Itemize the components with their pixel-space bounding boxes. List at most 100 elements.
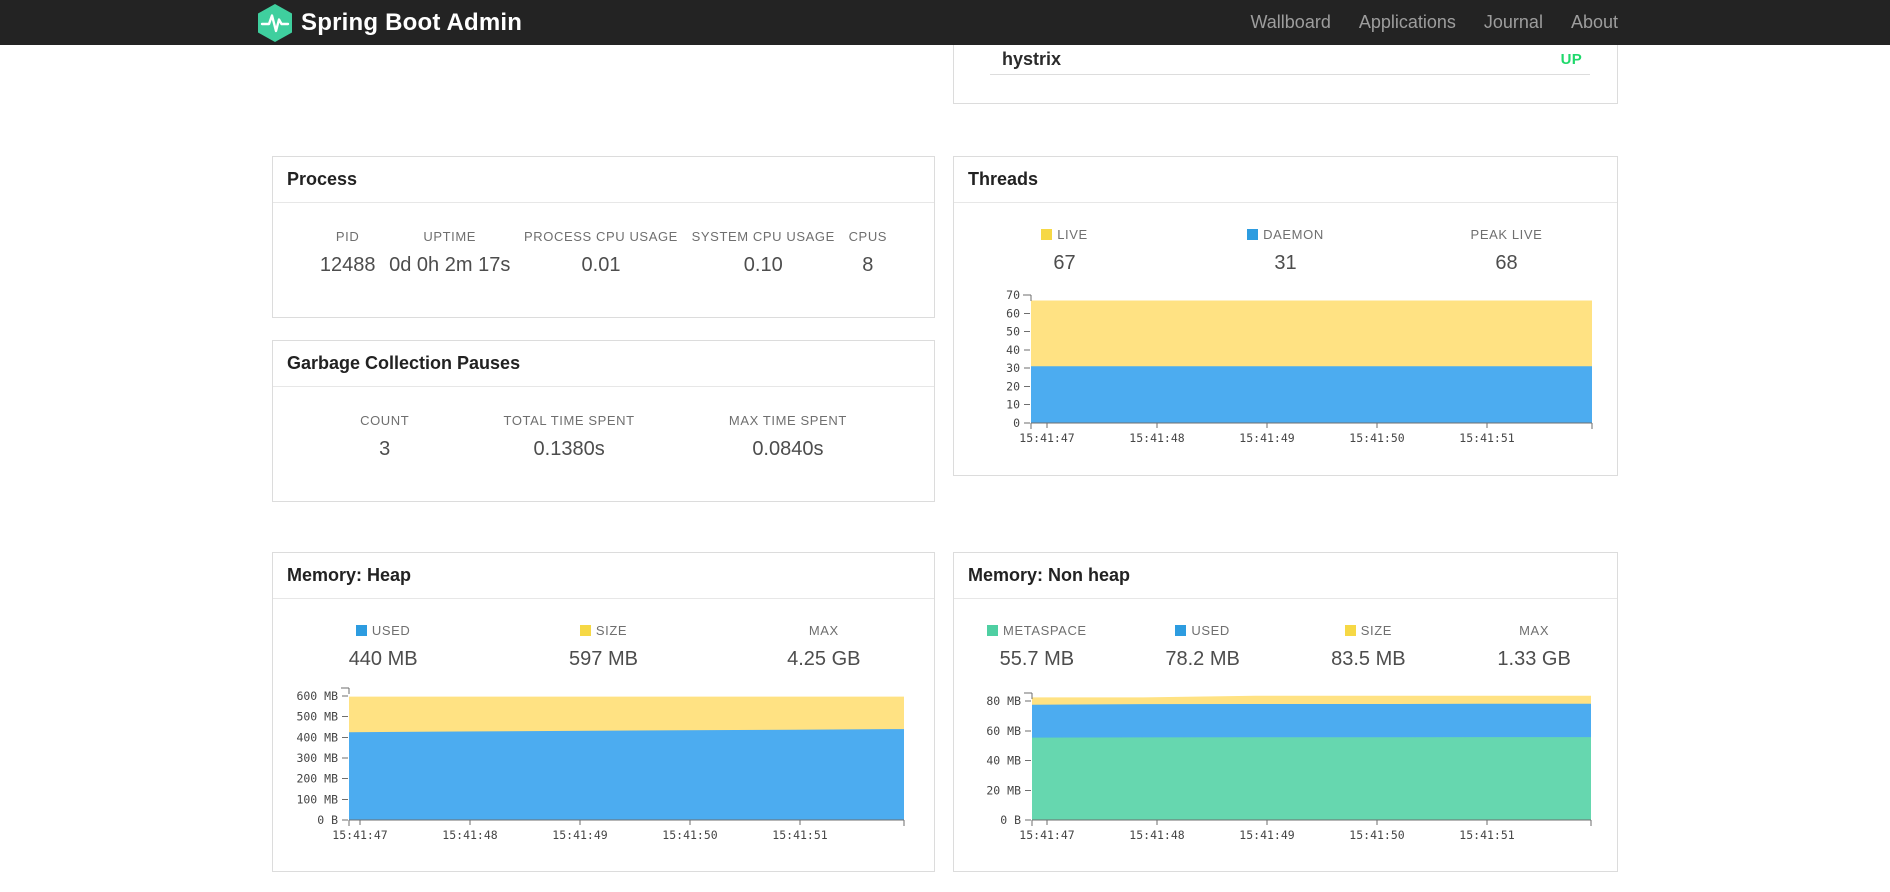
stat-value: 0d 0h 2m 17s [389, 254, 511, 276]
card-memory-heap-title: Memory: Heap [287, 565, 412, 585]
nonheap-legend: METASPACE 55.7 MB USED 78.2 MB SIZE 83.5 MB MA… [954, 599, 1617, 681]
stat-value: 3 [379, 438, 391, 460]
stat-label: PROCESS CPU USAGE [524, 229, 678, 244]
stat-metaspace: METASPACE 55.7 MB [954, 623, 1120, 671]
stat-used: USED 78.2 MB [1120, 623, 1286, 671]
stat-label: MAX [808, 623, 839, 638]
status-badge: UP [1560, 51, 1582, 68]
stat-value: 0.0840s [752, 438, 824, 460]
card-memory-nonheap-header: Memory: Non heap [954, 553, 1617, 599]
card-memory-heap: Memory: Heap USED 440 MB SIZE 597 MB MAX 4.25… [272, 552, 935, 872]
legend-swatch-used [1175, 625, 1187, 636]
stat-label: TOTAL TIME SPENT [503, 413, 635, 428]
svg-text:15:41:47: 15:41:47 [1019, 828, 1074, 842]
svg-text:600 MB: 600 MB [296, 689, 338, 703]
svg-text:15:41:49: 15:41:49 [1239, 828, 1294, 842]
card-gc: Garbage Collection Pauses COUNT 3 TOTAL TI… [272, 340, 935, 502]
application-name: hystrix [1002, 49, 1062, 69]
stat-value: 67 [1053, 252, 1076, 274]
svg-text:10: 10 [1006, 398, 1020, 412]
svg-text:60: 60 [1006, 306, 1020, 320]
svg-text:0 B: 0 B [317, 813, 338, 827]
card-gc-header: Garbage Collection Pauses [273, 341, 934, 387]
svg-text:20 MB: 20 MB [986, 783, 1021, 797]
stat-size: SIZE 597 MB [493, 623, 713, 671]
svg-text:15:41:48: 15:41:48 [442, 828, 497, 842]
stat-label: SIZE [1286, 623, 1452, 638]
svg-text:15:41:49: 15:41:49 [552, 828, 607, 842]
svg-text:80 MB: 80 MB [986, 694, 1021, 708]
nav-link-about[interactable]: About [1543, 12, 1618, 33]
card-threads: Threads LIVE 67 DAEMON 31 PEAK LIVE 68 0 10 20 3… [953, 156, 1618, 476]
legend-swatch-used [355, 625, 367, 636]
stat-value: 440 MB [348, 648, 418, 670]
pulse-hexagon-icon [258, 3, 292, 42]
stat-value: 83.5 MB [1331, 648, 1406, 670]
stat-value: 0.01 [581, 254, 621, 276]
stat-label: PEAK LIVE [1470, 227, 1543, 242]
stat-label: USED [273, 623, 493, 638]
card-gc-title: Garbage Collection Pauses [287, 353, 521, 373]
stat-label: COUNT [360, 413, 410, 428]
svg-text:0 B: 0 B [1000, 813, 1021, 827]
stat-value: 8 [862, 254, 874, 276]
stat-used: USED 440 MB [273, 623, 493, 671]
svg-text:15:41:51: 15:41:51 [1459, 431, 1514, 445]
card-memory-nonheap-title: Memory: Non heap [968, 565, 1131, 585]
svg-text:15:41:51: 15:41:51 [772, 828, 827, 842]
application-row[interactable]: hystrix UP [990, 45, 1590, 75]
stat-uptime: UPTIME 0d 0h 2m 17s [389, 229, 510, 277]
stat-value: 12488 [319, 254, 376, 276]
stat-value: 4.25 GB [787, 648, 861, 670]
svg-text:15:41:50: 15:41:50 [1349, 431, 1404, 445]
stat-pid: PID 12488 [320, 229, 376, 277]
threads-chart: 0 10 20 30 40 50 60 70 15:41:47 15:41:48 15:41:49 1… [1006, 288, 1593, 445]
svg-text:15:41:51: 15:41:51 [1459, 828, 1514, 842]
stat-value: 1.33 GB [1497, 648, 1571, 670]
svg-text:70: 70 [1006, 288, 1020, 302]
svg-text:15:41:48: 15:41:48 [1129, 828, 1184, 842]
stat-label: PID [335, 229, 360, 244]
svg-text:30: 30 [1006, 361, 1020, 375]
stat-process-cpu-usage: PROCESS CPU USAGE 0.01 [524, 229, 678, 277]
nav-link-applications[interactable]: Applications [1331, 12, 1456, 33]
nav-link-journal[interactable]: Journal [1456, 12, 1543, 33]
card-threads-header: Threads [954, 157, 1617, 203]
stat-value: 597 MB [569, 648, 638, 670]
stat-label: USED [1120, 623, 1286, 638]
stat-label: CPUS [848, 229, 888, 244]
stat-max: MAX 1.33 GB [1451, 623, 1617, 671]
brand[interactable]: Spring Boot Admin [258, 3, 522, 42]
card-process: Process PID 12488 UPTIME 0d 0h 2m 17s PROCES… [272, 156, 935, 318]
svg-text:15:41:50: 15:41:50 [1349, 828, 1404, 842]
card-process-header: Process [273, 157, 934, 203]
legend-swatch-daemon [1247, 229, 1259, 240]
legend-swatch-metaspace [987, 625, 999, 636]
svg-text:15:41:50: 15:41:50 [662, 828, 717, 842]
stat-max: MAX 4.25 GB [714, 623, 934, 671]
svg-text:60 MB: 60 MB [986, 724, 1021, 738]
nav-link-wallboard[interactable]: Wallboard [1222, 12, 1330, 33]
stat-label: MAX [1519, 623, 1550, 638]
svg-text:400 MB: 400 MB [296, 730, 338, 744]
stat-count: COUNT 3 [360, 413, 409, 461]
svg-text:300 MB: 300 MB [296, 751, 338, 765]
svg-text:20: 20 [1006, 379, 1020, 393]
svg-text:200 MB: 200 MB [296, 772, 338, 786]
stat-value: 55.7 MB [999, 648, 1075, 670]
heap-legend: USED 440 MB SIZE 597 MB MAX 4.25 GB [273, 599, 934, 681]
stat-cpus: CPUS 8 [849, 229, 888, 277]
stat-label: SYSTEM CPU USAGE [691, 229, 835, 244]
nav-links: Wallboard Applications Journal About [1222, 0, 1618, 45]
svg-text:15:41:49: 15:41:49 [1239, 431, 1294, 445]
area-series-metaspace [1032, 737, 1591, 820]
area-series-daemon [1031, 366, 1592, 423]
stat-value: 31 [1274, 252, 1297, 274]
stat-value: 78.2 MB [1165, 648, 1240, 670]
legend-swatch-size [1344, 625, 1356, 636]
stat-label: LIVE [954, 227, 1175, 242]
stat-value: 0.10 [743, 254, 783, 276]
card-threads-title: Threads [968, 169, 1039, 189]
stat-live: LIVE 67 [954, 227, 1175, 275]
card-process-title: Process [287, 169, 358, 189]
